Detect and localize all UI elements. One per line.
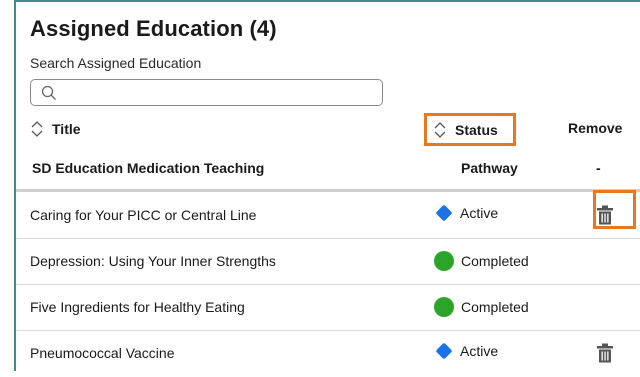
column-remove-label: Remove <box>568 120 623 136</box>
assigned-education-panel: Assigned Education (4) Search Assigned E… <box>14 0 640 371</box>
row-status-label: Active <box>460 205 499 221</box>
column-header-remove: Remove <box>568 120 622 136</box>
search-input[interactable] <box>63 83 377 104</box>
group-remove: - <box>596 160 601 176</box>
row-status: Active <box>434 342 499 360</box>
table-row: Pneumococcal Vaccine Active <box>16 331 640 377</box>
remove-highlight <box>593 190 636 229</box>
row-status-label: Active <box>460 343 499 359</box>
row-title[interactable]: Caring for Your PICC or Central Line <box>30 207 256 223</box>
row-title[interactable]: Five Ingredients for Healthy Eating <box>30 299 245 315</box>
row-status-label: Completed <box>461 299 529 315</box>
completed-status-icon <box>434 251 454 271</box>
panel-title: Assigned Education (4) <box>30 16 277 41</box>
row-status-label: Completed <box>461 253 529 269</box>
row-status: Active <box>434 204 499 222</box>
completed-status-icon <box>434 297 454 317</box>
column-title-label: Title <box>52 121 81 137</box>
search-box[interactable] <box>30 79 383 106</box>
search-label: Search Assigned Education <box>30 55 202 71</box>
trash-icon <box>597 343 613 363</box>
sort-icon <box>434 121 446 138</box>
group-status: Pathway <box>461 160 518 176</box>
table-row: Depression: Using Your Inner Strengths C… <box>16 239 640 285</box>
column-header-status[interactable]: Status <box>424 113 516 146</box>
search-icon <box>41 85 56 100</box>
active-status-icon <box>435 342 453 360</box>
row-title[interactable]: Depression: Using Your Inner Strengths <box>30 253 276 269</box>
sort-icon <box>31 121 43 137</box>
row-status: Completed <box>434 297 529 317</box>
column-status-label: Status <box>455 121 498 138</box>
table-row: Five Ingredients for Healthy Eating Comp… <box>16 285 640 331</box>
row-status: Completed <box>434 251 529 271</box>
active-status-icon <box>435 204 453 222</box>
column-header-title[interactable]: Title <box>30 120 81 138</box>
group-title: SD Education Medication Teaching <box>32 160 265 176</box>
group-row: SD Education Medication Teaching Pathway… <box>16 146 640 192</box>
table-row: Caring for Your PICC or Central Line Act… <box>16 193 640 239</box>
remove-button[interactable] <box>596 343 614 366</box>
row-title[interactable]: Pneumococcal Vaccine <box>30 345 174 361</box>
